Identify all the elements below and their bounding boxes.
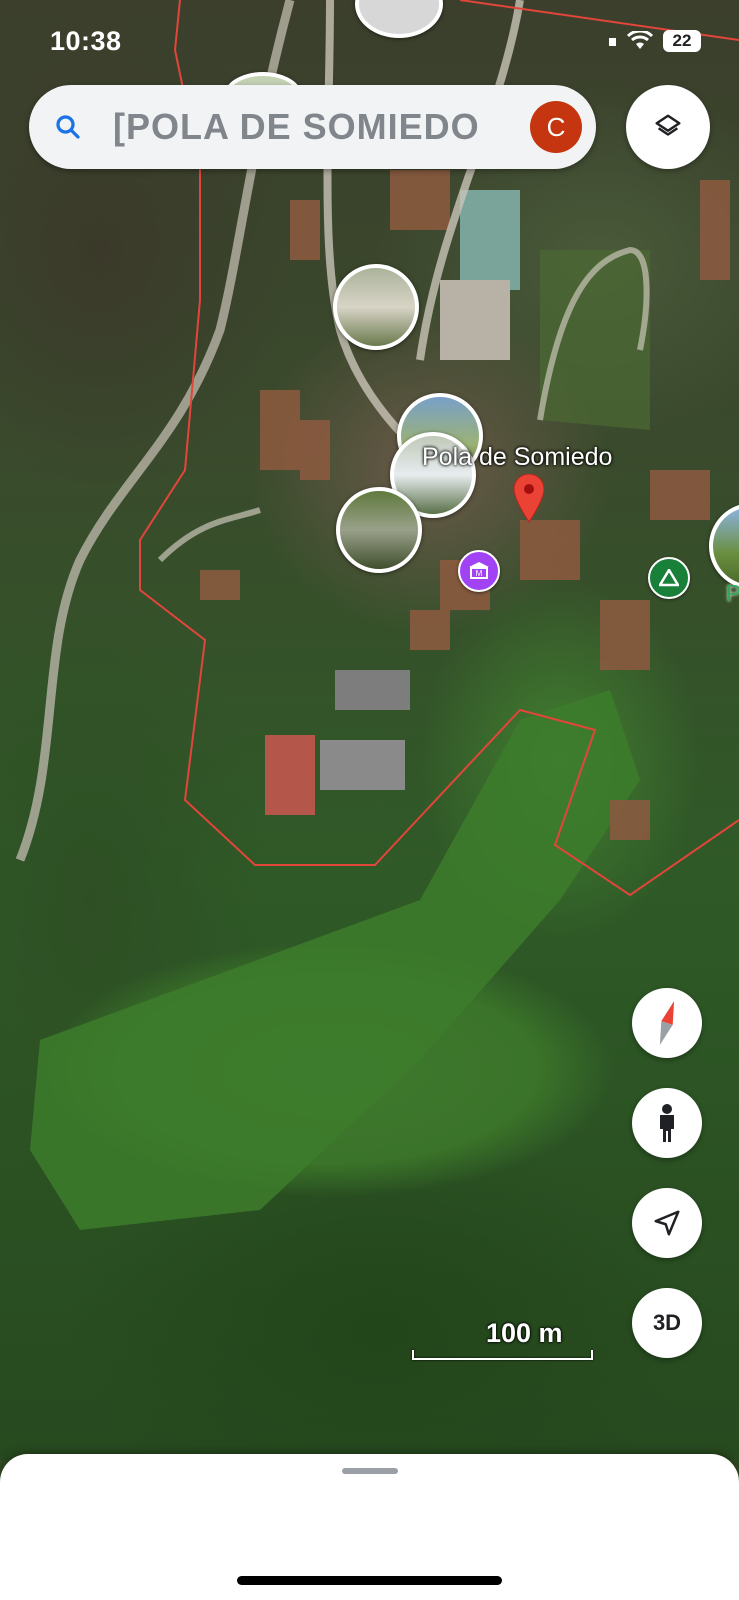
- avatar[interactable]: C: [530, 101, 582, 153]
- my-location-button[interactable]: [632, 1188, 702, 1258]
- pegman-icon: [660, 1104, 674, 1142]
- park-icon[interactable]: [648, 557, 690, 599]
- place-label[interactable]: Pola de Somiedo: [422, 443, 612, 472]
- building-roof: [460, 190, 520, 290]
- map-view[interactable]: Pola de Somiedo Pon M 100 m: [0, 0, 739, 1460]
- location-pin-icon[interactable]: [514, 474, 544, 522]
- status-icons: 22: [609, 30, 701, 52]
- layers-button[interactable]: [626, 85, 710, 169]
- layers-icon: [655, 114, 681, 136]
- museum-icon[interactable]: M: [458, 550, 500, 592]
- place-label-partial[interactable]: Pon: [726, 580, 739, 607]
- home-indicator[interactable]: [237, 1576, 502, 1585]
- building-roof: [335, 670, 410, 710]
- battery-level: 22: [663, 30, 701, 52]
- bridge-photo-pin[interactable]: [336, 487, 422, 573]
- location-arrow-icon: [654, 1210, 680, 1236]
- compass-icon: [659, 1001, 675, 1045]
- signal-icon: [609, 38, 616, 46]
- church-photo-pin[interactable]: [333, 264, 419, 350]
- wifi-icon: [627, 31, 653, 49]
- search-icon[interactable]: [53, 112, 83, 142]
- svg-text:M: M: [476, 569, 483, 578]
- scale-bar: [412, 1350, 593, 1360]
- map-overlay: [15, 0, 739, 1230]
- building-roof: [265, 735, 315, 815]
- compass-button[interactable]: [632, 988, 702, 1058]
- 3d-toggle-button[interactable]: 3D: [632, 1288, 702, 1358]
- plaza: [440, 280, 510, 360]
- bottom-sheet[interactable]: [0, 1454, 739, 1600]
- building-roof: [320, 740, 405, 790]
- status-time: 10:38: [50, 26, 122, 56]
- search-query[interactable]: [POLA DE SOMIEDO: [113, 106, 522, 148]
- street-view-button[interactable]: [632, 1088, 702, 1158]
- search-bar[interactable]: [POLA DE SOMIEDO C: [29, 85, 596, 169]
- scale-label: 100 m: [486, 1318, 563, 1348]
- sheet-drag-handle[interactable]: [342, 1468, 398, 1474]
- road: [157, 507, 261, 563]
